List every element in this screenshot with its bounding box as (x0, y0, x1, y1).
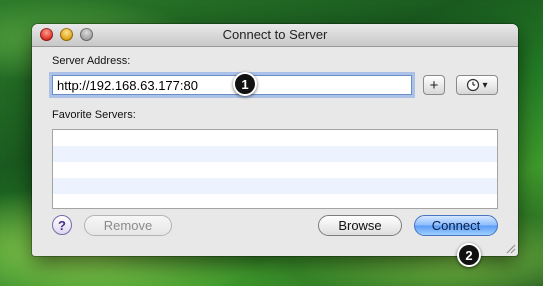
connect-button[interactable]: Connect (414, 215, 498, 236)
favorite-servers-list[interactable] (52, 129, 498, 209)
clock-icon (467, 78, 480, 92)
list-item[interactable] (53, 194, 497, 210)
chevron-down-icon: ▾ (482, 79, 488, 91)
connect-to-server-window: Connect to Server Server Address: + ▾ Fa… (32, 24, 518, 256)
step-2-badge: 2 (457, 243, 481, 267)
title-bar: Connect to Server (32, 24, 518, 47)
window-title: Connect to Server (222, 27, 328, 42)
remove-button[interactable]: Remove (84, 215, 172, 236)
list-item[interactable] (53, 146, 497, 162)
server-address-input[interactable] (52, 75, 412, 95)
resize-grip-icon[interactable] (504, 242, 516, 254)
help-button[interactable]: ? (52, 215, 72, 235)
step-1-badge: 1 (233, 72, 257, 96)
plus-icon: + (429, 76, 439, 94)
list-item[interactable] (53, 130, 497, 146)
favorite-servers-label: Favorite Servers: (52, 109, 136, 121)
add-to-favorites-button[interactable]: + (423, 75, 445, 95)
recent-servers-button[interactable]: ▾ (456, 75, 498, 95)
list-item[interactable] (53, 162, 497, 178)
browse-button[interactable]: Browse (318, 215, 402, 236)
server-address-label: Server Address: (52, 55, 131, 67)
list-item[interactable] (53, 178, 497, 194)
